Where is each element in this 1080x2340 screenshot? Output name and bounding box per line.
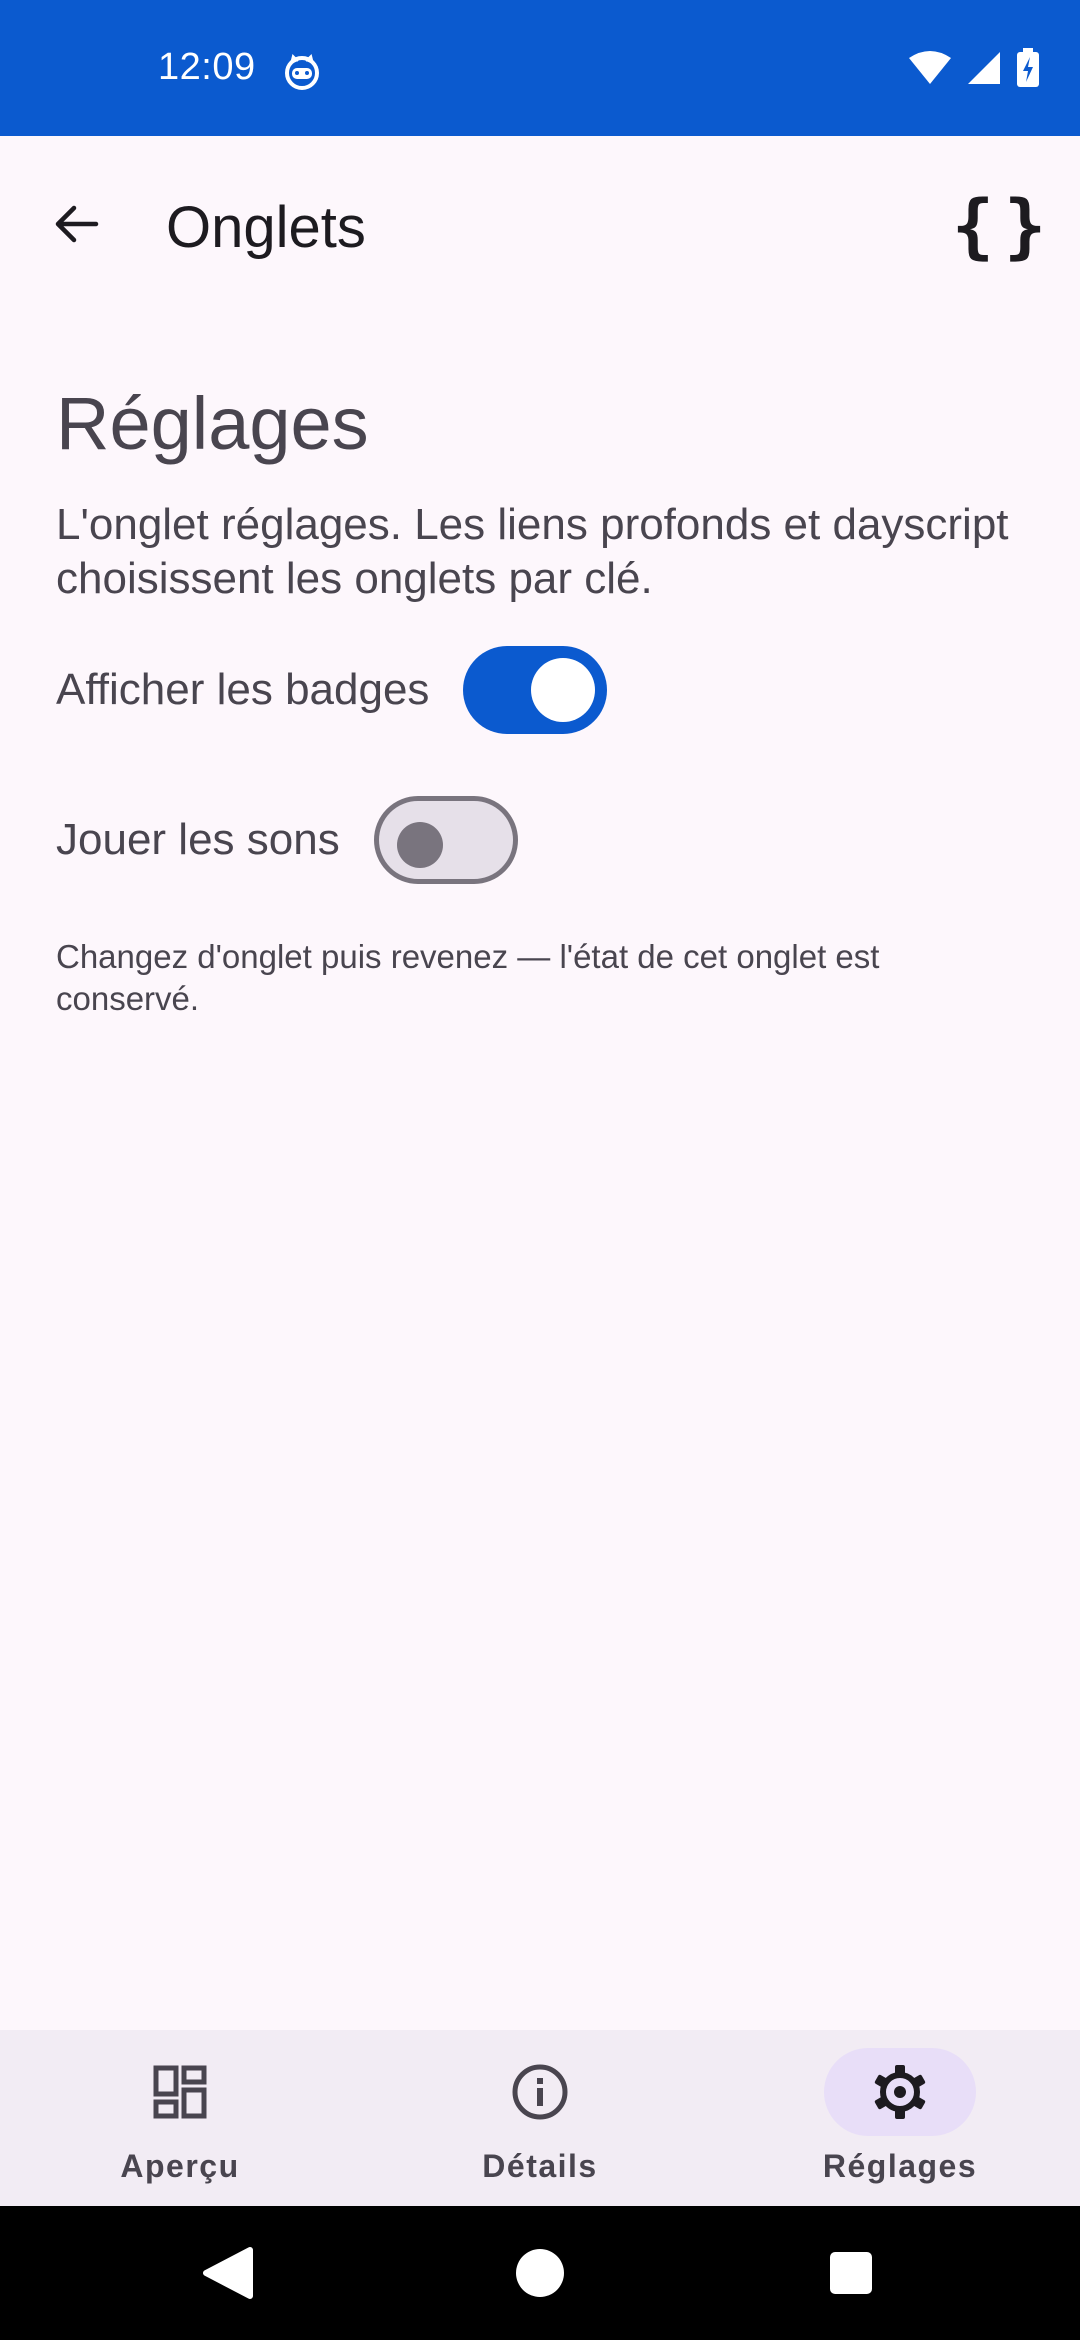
status-bar: 12:09 <box>0 0 1080 136</box>
arrow-back-icon <box>52 200 100 253</box>
status-time: 12:09 <box>158 46 256 88</box>
recents-square-icon[interactable] <box>814 2236 888 2310</box>
nav-label-details: Détails <box>482 2148 598 2184</box>
nav-label-apercu: Aperçu <box>120 2148 240 2184</box>
home-circle-icon[interactable] <box>503 2236 577 2310</box>
nav-label-reglages: Réglages <box>822 2148 978 2184</box>
system-navigation-bar <box>0 2206 1080 2340</box>
bottom-navigation: Aperçu Détails Réglages <box>0 2030 1080 2206</box>
nav-item-reglages[interactable]: Réglages <box>720 2030 1080 2206</box>
status-icons <box>908 48 1040 93</box>
settings-content: Réglages L'onglet réglages. Les liens pr… <box>56 380 1024 1020</box>
app-bar-title: Onglets <box>166 195 366 260</box>
state-note: Changez d'onglet puis revenez — l'état d… <box>56 938 880 1017</box>
badges-switch[interactable] <box>463 646 608 734</box>
page-description: L'onglet réglages. Les liens profonds et… <box>56 500 1009 603</box>
back-triangle-icon[interactable] <box>190 2236 264 2310</box>
battery-charging-icon <box>1016 48 1040 93</box>
toggle-label-badges: Afficher les badges <box>56 665 430 714</box>
nav-item-apercu[interactable]: Aperçu <box>0 2030 360 2206</box>
nav-item-details[interactable]: Détails <box>360 2030 720 2206</box>
cat-notification-icon <box>282 52 322 92</box>
toggle-row-sounds: Jouer les sons <box>56 796 1024 884</box>
toggle-label-sounds: Jouer les sons <box>56 815 340 864</box>
switch-thumb <box>531 658 596 722</box>
back-button[interactable] <box>36 186 116 266</box>
settings-gear-icon <box>870 2062 930 2122</box>
info-icon <box>510 2062 570 2122</box>
toggle-row-badges: Afficher les badges <box>56 646 1024 734</box>
code-braces-icon: {} <box>951 185 1057 267</box>
cell-signal-icon <box>966 50 1002 91</box>
wifi-icon <box>908 50 952 91</box>
dashboard-icon <box>150 2062 210 2122</box>
code-braces-button[interactable]: {} <box>952 184 1052 268</box>
page-heading: Réglages <box>56 382 369 465</box>
sounds-switch[interactable] <box>373 796 518 884</box>
top-app-bar: Onglets {} <box>0 136 1080 316</box>
switch-thumb <box>396 822 443 868</box>
